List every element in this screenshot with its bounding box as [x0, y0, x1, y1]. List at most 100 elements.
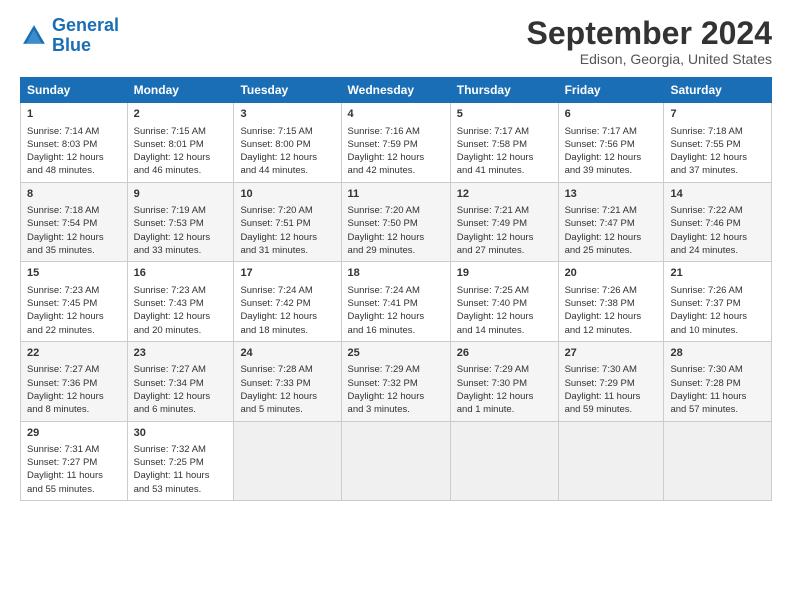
day-info: Sunset: 8:03 PM — [27, 138, 121, 151]
calendar-cell — [234, 421, 341, 501]
day-number: 29 — [27, 426, 121, 441]
day-info: and 22 minutes. — [27, 324, 121, 337]
day-info: and 6 minutes. — [134, 403, 228, 416]
day-info: Sunrise: 7:23 AM — [134, 284, 228, 297]
day-info: Sunrise: 7:27 AM — [27, 363, 121, 376]
day-info: and 41 minutes. — [457, 164, 552, 177]
calendar-cell — [558, 421, 664, 501]
day-info: Sunrise: 7:29 AM — [348, 363, 444, 376]
day-info: Sunrise: 7:30 AM — [565, 363, 658, 376]
day-info: Sunrise: 7:18 AM — [27, 204, 121, 217]
calendar-cell — [664, 421, 772, 501]
day-info: Sunset: 8:00 PM — [240, 138, 334, 151]
day-info: and 31 minutes. — [240, 244, 334, 257]
day-info: Daylight: 11 hours — [134, 469, 228, 482]
day-info: Daylight: 12 hours — [134, 151, 228, 164]
day-info: and 37 minutes. — [670, 164, 765, 177]
calendar-cell: 9Sunrise: 7:19 AMSunset: 7:53 PMDaylight… — [127, 182, 234, 262]
day-info: Daylight: 12 hours — [134, 231, 228, 244]
logo-general: General — [52, 15, 119, 35]
day-number: 24 — [240, 346, 334, 361]
day-info: Daylight: 12 hours — [27, 390, 121, 403]
calendar-week-2: 8Sunrise: 7:18 AMSunset: 7:54 PMDaylight… — [21, 182, 772, 262]
day-number: 1 — [27, 107, 121, 122]
calendar-week-1: 1Sunrise: 7:14 AMSunset: 8:03 PMDaylight… — [21, 103, 772, 183]
column-header-saturday: Saturday — [664, 78, 772, 103]
day-info: Sunset: 7:59 PM — [348, 138, 444, 151]
calendar-cell: 28Sunrise: 7:30 AMSunset: 7:28 PMDayligh… — [664, 341, 772, 421]
calendar-cell: 16Sunrise: 7:23 AMSunset: 7:43 PMDayligh… — [127, 262, 234, 342]
day-number: 12 — [457, 187, 552, 202]
calendar-cell: 17Sunrise: 7:24 AMSunset: 7:42 PMDayligh… — [234, 262, 341, 342]
calendar-cell: 23Sunrise: 7:27 AMSunset: 7:34 PMDayligh… — [127, 341, 234, 421]
day-info: Sunrise: 7:21 AM — [565, 204, 658, 217]
calendar-table: SundayMondayTuesdayWednesdayThursdayFrid… — [20, 77, 772, 501]
day-info: Sunrise: 7:32 AM — [134, 443, 228, 456]
day-info: Sunset: 7:42 PM — [240, 297, 334, 310]
day-number: 17 — [240, 266, 334, 281]
day-info: and 3 minutes. — [348, 403, 444, 416]
column-header-thursday: Thursday — [450, 78, 558, 103]
day-number: 19 — [457, 266, 552, 281]
day-info: Daylight: 12 hours — [27, 310, 121, 323]
day-info: Sunset: 7:32 PM — [348, 377, 444, 390]
day-info: and 46 minutes. — [134, 164, 228, 177]
day-number: 18 — [348, 266, 444, 281]
column-header-wednesday: Wednesday — [341, 78, 450, 103]
day-info: and 8 minutes. — [27, 403, 121, 416]
day-info: Daylight: 12 hours — [240, 231, 334, 244]
day-info: and 5 minutes. — [240, 403, 334, 416]
day-info: Sunset: 7:40 PM — [457, 297, 552, 310]
day-info: Sunset: 7:49 PM — [457, 217, 552, 230]
day-number: 2 — [134, 107, 228, 122]
day-info: Daylight: 12 hours — [457, 310, 552, 323]
day-info: Sunset: 7:29 PM — [565, 377, 658, 390]
day-info: Sunset: 7:41 PM — [348, 297, 444, 310]
day-info: Sunrise: 7:23 AM — [27, 284, 121, 297]
day-number: 23 — [134, 346, 228, 361]
day-info: Sunrise: 7:24 AM — [348, 284, 444, 297]
day-number: 6 — [565, 107, 658, 122]
day-info: Daylight: 12 hours — [670, 151, 765, 164]
day-number: 5 — [457, 107, 552, 122]
day-info: and 42 minutes. — [348, 164, 444, 177]
day-info: Sunrise: 7:18 AM — [670, 125, 765, 138]
day-info: Sunset: 7:56 PM — [565, 138, 658, 151]
day-number: 20 — [565, 266, 658, 281]
day-info: and 44 minutes. — [240, 164, 334, 177]
day-info: and 18 minutes. — [240, 324, 334, 337]
day-info: Sunset: 7:30 PM — [457, 377, 552, 390]
day-info: Daylight: 12 hours — [27, 231, 121, 244]
page-header: General Blue September 2024 Edison, Geor… — [20, 16, 772, 67]
day-info: Sunset: 7:25 PM — [134, 456, 228, 469]
day-info: Sunset: 7:51 PM — [240, 217, 334, 230]
day-info: and 33 minutes. — [134, 244, 228, 257]
calendar-week-5: 29Sunrise: 7:31 AMSunset: 7:27 PMDayligh… — [21, 421, 772, 501]
day-number: 3 — [240, 107, 334, 122]
day-info: Sunrise: 7:22 AM — [670, 204, 765, 217]
logo-blue: Blue — [52, 35, 91, 55]
day-info: Daylight: 11 hours — [565, 390, 658, 403]
day-info: Sunset: 7:50 PM — [348, 217, 444, 230]
calendar-cell: 15Sunrise: 7:23 AMSunset: 7:45 PMDayligh… — [21, 262, 128, 342]
calendar-cell: 8Sunrise: 7:18 AMSunset: 7:54 PMDaylight… — [21, 182, 128, 262]
day-info: Sunrise: 7:17 AM — [565, 125, 658, 138]
day-info: and 27 minutes. — [457, 244, 552, 257]
day-info: Sunrise: 7:15 AM — [240, 125, 334, 138]
day-number: 13 — [565, 187, 658, 202]
day-info: Sunset: 7:55 PM — [670, 138, 765, 151]
day-info: and 16 minutes. — [348, 324, 444, 337]
day-info: Sunset: 7:36 PM — [27, 377, 121, 390]
day-info: and 14 minutes. — [457, 324, 552, 337]
day-info: Sunrise: 7:16 AM — [348, 125, 444, 138]
calendar-cell: 10Sunrise: 7:20 AMSunset: 7:51 PMDayligh… — [234, 182, 341, 262]
logo-icon — [20, 22, 48, 50]
day-info: Sunset: 7:38 PM — [565, 297, 658, 310]
calendar-week-4: 22Sunrise: 7:27 AMSunset: 7:36 PMDayligh… — [21, 341, 772, 421]
day-info: Sunset: 7:53 PM — [134, 217, 228, 230]
day-info: Daylight: 12 hours — [240, 310, 334, 323]
day-info: Sunset: 7:47 PM — [565, 217, 658, 230]
day-info: and 53 minutes. — [134, 483, 228, 496]
day-info: Sunrise: 7:30 AM — [670, 363, 765, 376]
calendar-cell: 1Sunrise: 7:14 AMSunset: 8:03 PMDaylight… — [21, 103, 128, 183]
